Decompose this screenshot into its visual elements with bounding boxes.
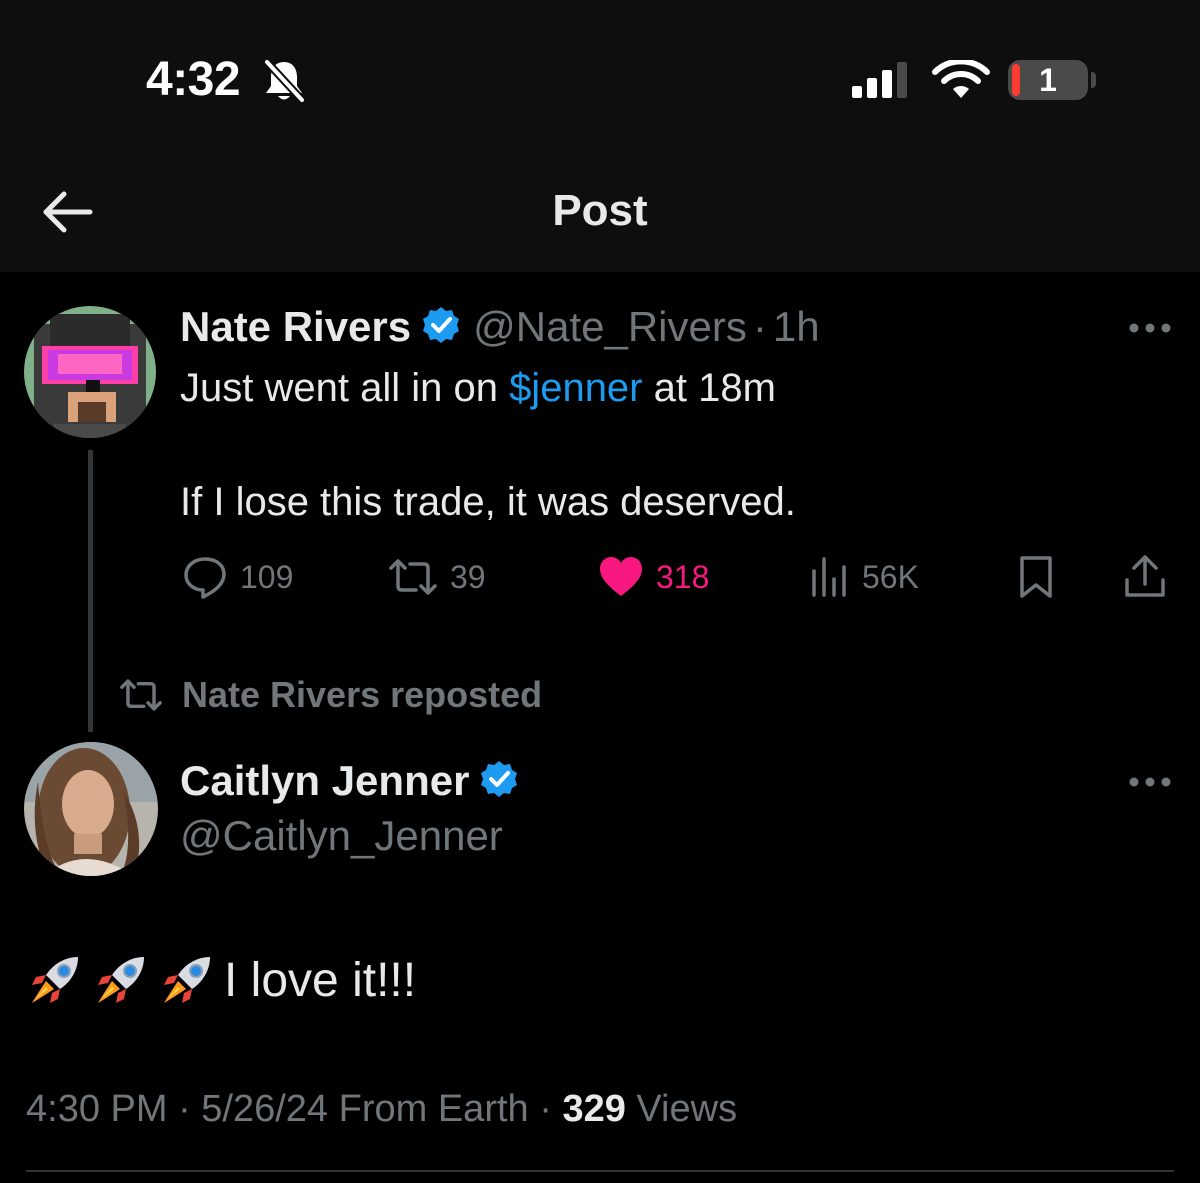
quoted-post-header: Nate Rivers @Nate_Rivers · 1h — [180, 302, 820, 352]
reply-count: 109 — [240, 558, 294, 595]
bookmark-button[interactable] — [1016, 554, 1056, 600]
time-ago[interactable]: 1h — [773, 303, 820, 351]
more-options-button[interactable] — [1128, 318, 1172, 338]
display-name[interactable]: Nate Rivers — [180, 303, 411, 351]
rocket-icon — [164, 957, 210, 1003]
handle[interactable]: @Nate_Rivers — [473, 303, 747, 351]
bell-slash-icon — [262, 58, 306, 109]
views-label: Views — [625, 1088, 738, 1130]
battery-icon: 1 — [1008, 60, 1088, 100]
cellular-signal-icon — [850, 60, 914, 105]
post-text-prefix: Just went all in on — [180, 366, 510, 410]
reply-bubble-icon — [184, 557, 226, 599]
more-dots-icon — [1129, 323, 1171, 333]
like-count: 318 — [656, 558, 710, 595]
heart-filled-icon — [600, 557, 642, 596]
status-time: 4:32 — [146, 53, 241, 106]
divider — [26, 1170, 1174, 1172]
bar-chart-icon — [812, 557, 846, 597]
rocket-icon — [98, 957, 144, 1003]
more-dots-icon — [1129, 777, 1171, 787]
repost-button[interactable]: 39 — [388, 554, 486, 600]
avatar-caitlyn-jenner[interactable] — [24, 742, 158, 876]
rocket-icon — [32, 957, 78, 1003]
repost-count: 39 — [450, 558, 486, 595]
post-timestamp[interactable]: 4:30 PM · 5/26/24 From Earth · — [26, 1088, 562, 1130]
battery-nub — [1091, 72, 1096, 88]
cashtag-link[interactable]: $jenner — [509, 366, 642, 410]
thread-line — [88, 450, 93, 732]
bookmark-icon — [1020, 556, 1052, 598]
separator-dot: · — [752, 303, 767, 350]
main-post-text-label: I love it!!! — [224, 953, 417, 1007]
view-count: 56K — [862, 558, 919, 595]
battery-level: 1 — [1039, 62, 1057, 98]
handle[interactable]: @Caitlyn_Jenner — [180, 812, 503, 860]
repost-banner: Nate Rivers reposted — [118, 672, 542, 718]
wifi-icon — [932, 58, 990, 105]
post-text-line-2: If I lose this trade, it was deserved. — [180, 480, 796, 524]
avatar-nate-rivers[interactable] — [24, 306, 156, 438]
repost-icon — [120, 679, 162, 711]
post-text-suffix: at 18m — [642, 366, 776, 410]
page-title: Post — [552, 186, 648, 235]
top-bar: 4:32 1 Post — [0, 0, 1200, 272]
repost-label[interactable]: Nate Rivers reposted — [182, 674, 542, 716]
repost-icon — [389, 559, 437, 595]
reply-button[interactable]: 109 — [182, 554, 293, 600]
main-post-text: I love it!!! — [26, 950, 416, 1010]
share-button[interactable] — [1122, 554, 1168, 600]
views-count: 329 — [562, 1088, 626, 1130]
like-button[interactable]: 318 — [598, 554, 709, 600]
display-name[interactable]: Caitlyn Jenner — [180, 757, 469, 805]
more-options-button[interactable] — [1128, 772, 1172, 792]
main-post-header: Caitlyn Jenner — [180, 756, 531, 806]
verified-badge-icon — [479, 759, 519, 804]
post-metadata: 4:30 PM · 5/26/24 From Earth · 329 Views — [26, 1088, 737, 1131]
post-text-line-1: Just went all in on $jenner at 18m — [180, 366, 776, 411]
views-button[interactable]: 56K — [810, 554, 919, 600]
verified-badge-icon — [421, 305, 461, 350]
share-upload-icon — [1125, 555, 1165, 597]
